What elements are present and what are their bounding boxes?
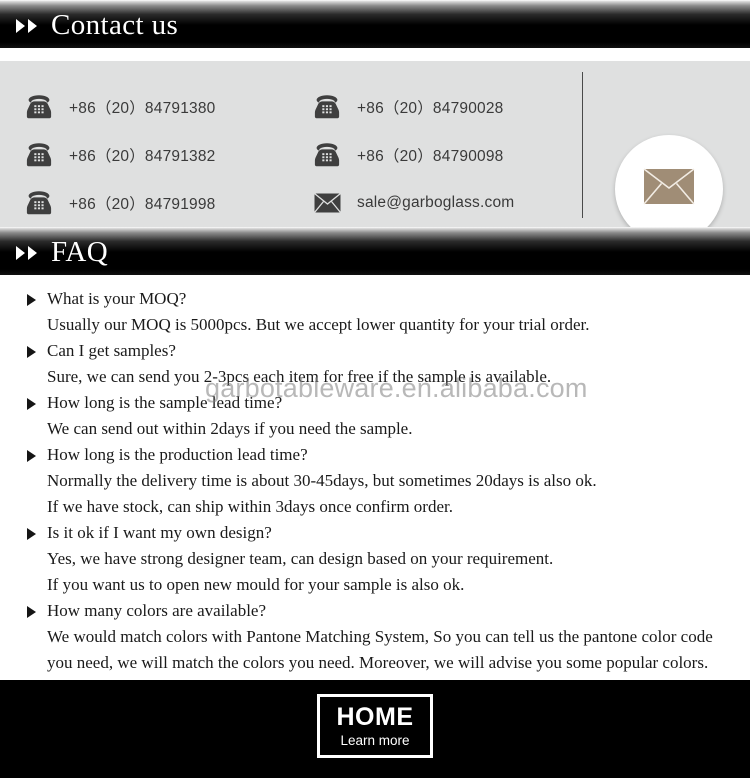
faq-item: How long is the production lead time? No… (27, 442, 739, 520)
triangle-bullet-icon (27, 450, 36, 462)
faq-header: FAQ (0, 227, 750, 275)
contact-row[interactable]: +86（20）84791380 (24, 83, 216, 131)
faq-item: Is it ok if I want my own design? Yes, w… (27, 520, 739, 598)
faq-item: Can I get samples? Sure, we can send you… (27, 338, 739, 390)
telephone-icon (24, 189, 54, 217)
faq-answer: We can send out within 2days if you need… (47, 419, 413, 438)
triangle-bullet-icon (27, 398, 36, 410)
faq-answer: Sure, we can send you 2-3pcs each item f… (47, 367, 552, 386)
faq-question-row: What is your MOQ? (27, 286, 739, 312)
home-button-subtitle: Learn more (340, 732, 410, 748)
triangle-bullet-icon (27, 606, 36, 618)
faq-question-row: Can I get samples? (27, 338, 739, 364)
faq-answer: If you want us to open new mould for you… (47, 575, 465, 594)
faq-question-row: How many colors are available? (27, 598, 739, 624)
envelope-icon (643, 168, 695, 210)
faq-answer: If we have stock, can ship within 3days … (47, 497, 453, 516)
faq-question-row: How long is the sample lead time? (27, 390, 739, 416)
telephone-icon (312, 93, 342, 121)
contact-us-header: Contact us (0, 0, 750, 48)
vertical-divider (582, 72, 583, 218)
telephone-icon (312, 141, 342, 169)
faq-answer: you need, we will match the colors you n… (47, 653, 709, 672)
faq-question: What is your MOQ? (47, 289, 187, 308)
phone-number: +86（20）84791998 (69, 196, 216, 213)
faq-question: How long is the production lead time? (47, 445, 308, 464)
faq-question: Is it ok if I want my own design? (47, 523, 272, 542)
contact-column-left: +86（20）84791380 +86（20）84791382 +86（20）8… (24, 83, 216, 227)
footer: HOME Learn more (0, 680, 750, 778)
faq-item: How long is the sample lead time? We can… (27, 390, 739, 442)
telephone-icon (24, 93, 54, 121)
triangle-bullet-icon (27, 294, 36, 306)
faq-content: What is your MOQ? Usually our MOQ is 500… (0, 275, 750, 750)
phone-number: +86（20）84790028 (357, 100, 504, 117)
faq-question: Can I get samples? (47, 341, 176, 360)
triangle-bullet-icon (27, 528, 36, 540)
faq-question-row: How long is the production lead time? (27, 442, 739, 468)
envelope-icon (312, 189, 342, 217)
phone-number: +86（20）84790098 (357, 148, 504, 165)
phone-number: +86（20）84791382 (69, 148, 216, 165)
faq-answer: We would match colors with Pantone Match… (47, 627, 713, 646)
faq-question-row: Is it ok if I want my own design? (27, 520, 739, 546)
faq-item: How many colors are available? We would … (27, 598, 739, 676)
triangle-bullet-icon (27, 346, 36, 358)
faq-item: What is your MOQ? Usually our MOQ is 500… (27, 286, 739, 338)
home-button-title: HOME (336, 702, 414, 731)
email-address: sale@garboglass.com (357, 194, 515, 211)
telephone-icon (24, 141, 54, 169)
faq-answer: Usually our MOQ is 5000pcs. But we accep… (47, 315, 590, 334)
faq-answer: Normally the delivery time is about 30-4… (47, 471, 597, 490)
contact-column-right: +86（20）84790028 +86（20）84790098 sale@gar… (312, 83, 514, 227)
contact-row[interactable]: +86（20）84790028 (312, 83, 514, 131)
contact-row[interactable]: +86（20）84791998 (24, 179, 216, 227)
contact-row[interactable]: sale@garboglass.com (312, 179, 514, 227)
contact-columns: +86（20）84791380 +86（20）84791382 +86（20）8… (0, 61, 582, 227)
double-arrow-icon (16, 246, 40, 260)
contact-row[interactable]: +86（20）84791382 (24, 131, 216, 179)
faq-question: How long is the sample lead time? (47, 393, 283, 412)
double-arrow-icon (16, 19, 40, 33)
contact-row[interactable]: +86（20）84790098 (312, 131, 514, 179)
faq-question: How many colors are available? (47, 601, 267, 620)
contact-us-title: Contact us (51, 9, 179, 41)
home-button[interactable]: HOME Learn more (317, 694, 433, 758)
faq-answer: Yes, we have strong designer team, can d… (47, 549, 554, 568)
contact-info-panel: +86（20）84791380 +86（20）84791382 +86（20）8… (0, 61, 750, 268)
phone-number: +86（20）84791380 (69, 100, 216, 117)
faq-title: FAQ (51, 236, 109, 268)
